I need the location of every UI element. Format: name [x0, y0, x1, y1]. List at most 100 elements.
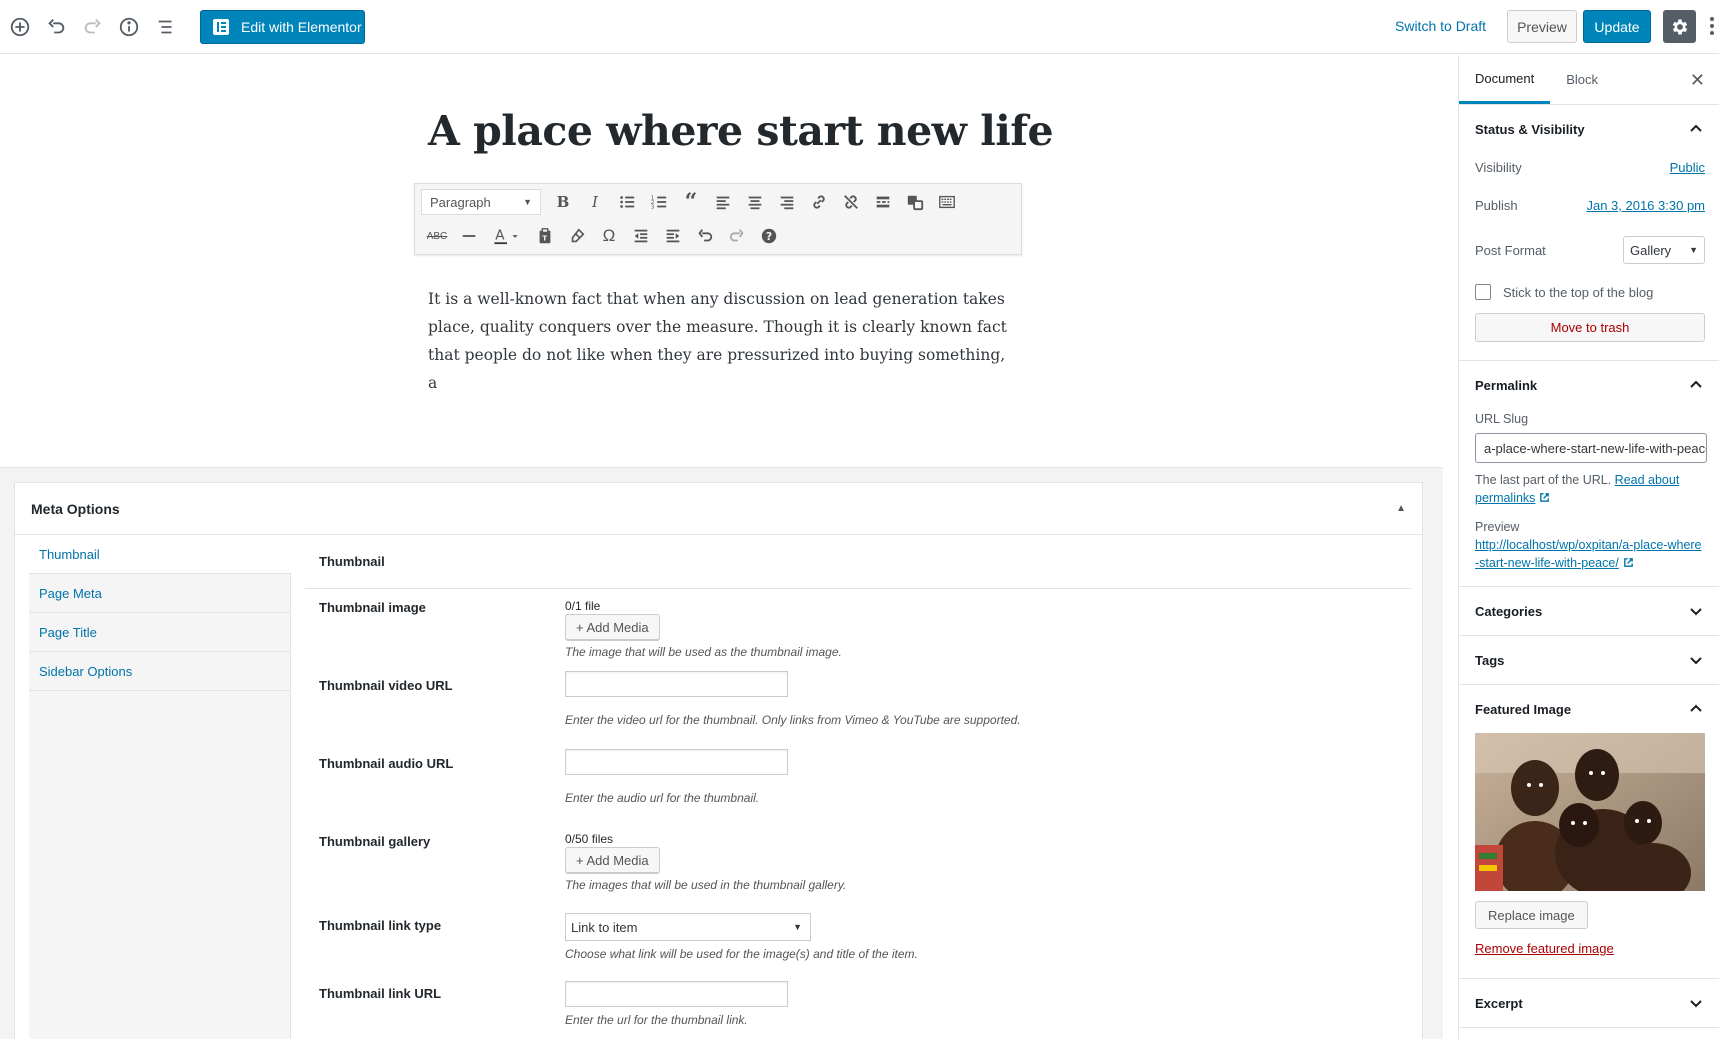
categories-toggle[interactable]: Categories	[1459, 587, 1719, 635]
add-gallery-media-button[interactable]: + Add Media	[565, 847, 660, 873]
select-arrow-icon: ▼	[1689, 245, 1698, 255]
italic-icon[interactable]: I	[579, 188, 611, 216]
featured-image-panel: Featured Image Replace image Remove feat…	[1459, 685, 1719, 979]
post-content[interactable]: It is a well-known fact that when any di…	[428, 285, 1008, 397]
undo-icon[interactable]	[43, 14, 69, 40]
numbered-list-icon[interactable]: 123	[643, 188, 675, 216]
blockquote-icon[interactable]: “	[675, 188, 707, 216]
meta-nav-page-meta[interactable]: Page Meta	[29, 574, 290, 613]
switch-to-draft-link[interactable]: Switch to Draft	[1395, 18, 1486, 34]
sticky-checkbox[interactable]	[1475, 284, 1491, 300]
visibility-link[interactable]: Public	[1670, 160, 1705, 175]
indent-icon[interactable]	[657, 222, 689, 250]
clear-formatting-icon[interactable]	[561, 222, 593, 250]
align-right-icon[interactable]	[771, 188, 803, 216]
excerpt-toggle[interactable]: Excerpt	[1459, 979, 1719, 1027]
thumbnail-audio-field: Enter the audio url for the thumbnail.	[565, 749, 788, 805]
bullet-list-icon[interactable]	[611, 188, 643, 216]
post-title[interactable]: A place where start new life	[428, 107, 1054, 155]
thumbnail-link-url-input[interactable]	[565, 981, 788, 1007]
thumbnail-gallery-count: 0/50 files	[565, 832, 614, 846]
insert-link-icon[interactable]	[803, 188, 835, 216]
meta-options-box: Meta Options ▲ Thumbnail Page Meta Page …	[14, 482, 1423, 1039]
tags-toggle[interactable]: Tags	[1459, 636, 1719, 684]
format-select[interactable]: Paragraph ▼	[421, 189, 541, 215]
chevron-up-icon	[1690, 704, 1702, 712]
meta-options-area: Meta Options ▲ Thumbnail Page Meta Page …	[0, 467, 1443, 1039]
add-media-button[interactable]: + Add Media	[565, 614, 660, 640]
horizontal-line-icon[interactable]	[453, 222, 485, 250]
move-to-trash-button[interactable]: Move to trash	[1475, 313, 1705, 342]
publish-row: Publish Jan 3, 2016 3:30 pm	[1475, 198, 1705, 213]
text-color-icon[interactable]: A	[485, 222, 529, 250]
status-visibility-panel: Status & Visibility Visibility Public Pu…	[1459, 105, 1719, 361]
help-icon[interactable]: ?	[753, 222, 785, 250]
toolbar-undo-icon[interactable]	[689, 222, 721, 250]
url-slug-label: URL Slug	[1475, 412, 1529, 426]
remove-featured-image-link[interactable]: Remove featured image	[1475, 941, 1614, 956]
bold-icon[interactable]: B	[547, 188, 579, 216]
block-navigation-icon[interactable]	[153, 14, 179, 40]
toolbar-redo-icon[interactable]	[721, 222, 753, 250]
status-visibility-toggle[interactable]: Status & Visibility	[1459, 105, 1719, 153]
categories-panel: Categories	[1459, 587, 1719, 636]
update-button[interactable]: Update	[1583, 10, 1651, 43]
toolbar-toggle-icon[interactable]	[931, 188, 963, 216]
collapse-arrow-icon[interactable]: ▲	[1396, 503, 1406, 514]
shortcode-icon[interactable]	[899, 188, 931, 216]
info-icon[interactable]	[116, 14, 142, 40]
thumbnail-video-input[interactable]	[565, 671, 788, 697]
elementor-icon	[213, 19, 229, 35]
thumbnail-audio-input[interactable]	[565, 749, 788, 775]
dropdown-arrow-icon: ▼	[523, 197, 532, 207]
tab-document[interactable]: Document	[1459, 55, 1551, 104]
strikethrough-icon[interactable]: ABC	[421, 222, 453, 250]
thumbnail-image-field: 0/1 file + Add Media The image that will…	[565, 599, 842, 659]
remove-link-icon[interactable]	[835, 188, 867, 216]
align-center-icon[interactable]	[739, 188, 771, 216]
publish-date-link[interactable]: Jan 3, 2016 3:30 pm	[1586, 198, 1705, 213]
meta-options-header[interactable]: Meta Options ▲	[15, 483, 1422, 535]
meta-nav-thumbnail[interactable]: Thumbnail	[29, 535, 291, 574]
add-block-icon[interactable]	[7, 14, 33, 40]
special-character-icon[interactable]: Ω	[593, 222, 625, 250]
preview-button[interactable]: Preview	[1507, 10, 1577, 43]
thumbnail-link-url-label: Thumbnail link URL	[319, 986, 442, 1001]
align-left-icon[interactable]	[707, 188, 739, 216]
replace-image-button[interactable]: Replace image	[1475, 901, 1588, 929]
thumbnail-video-desc: Enter the video url for the thumbnail. O…	[565, 713, 1021, 727]
featured-image-toggle[interactable]: Featured Image	[1459, 685, 1719, 733]
redo-icon[interactable]	[80, 14, 106, 40]
chevron-down-icon	[1690, 657, 1702, 665]
thumbnail-link-type-select[interactable]: Link to item ▼	[565, 913, 811, 941]
external-link-icon	[1623, 558, 1633, 567]
permalink-toggle[interactable]: Permalink	[1459, 361, 1719, 409]
read-more-icon[interactable]	[867, 188, 899, 216]
post-format-row: Post Format Gallery ▼	[1475, 236, 1705, 264]
classic-editor-toolbar: Paragraph ▼ B I 123 “ ABC A T Ω ?	[414, 183, 1022, 255]
tab-block[interactable]: Block	[1550, 55, 1614, 104]
featured-image-thumbnail[interactable]	[1475, 733, 1705, 891]
tags-panel: Tags	[1459, 636, 1719, 685]
url-slug-input[interactable]: a-place-where-start-new-life-with-peace	[1475, 433, 1707, 463]
settings-gear-icon[interactable]	[1663, 10, 1696, 43]
chevron-up-icon	[1690, 380, 1702, 388]
meta-nav-sidebar-options[interactable]: Sidebar Options	[29, 652, 290, 691]
post-format-select[interactable]: Gallery ▼	[1623, 236, 1705, 264]
thumbnail-link-type-field: Link to item ▼ Choose what link will be …	[565, 913, 918, 961]
more-options-icon[interactable]	[1709, 14, 1715, 38]
sidebar-tabs: Document Block ✕	[1459, 55, 1719, 105]
meta-nav-page-title[interactable]: Page Title	[29, 613, 290, 652]
thumbnail-link-type-label: Thumbnail link type	[319, 918, 442, 933]
outdent-icon[interactable]	[625, 222, 657, 250]
thumbnail-gallery-desc: The images that will be used in the thum…	[565, 878, 847, 892]
settings-sidebar: Document Block ✕ Status & Visibility Vis…	[1458, 55, 1719, 1039]
chevron-down-icon	[1690, 608, 1702, 616]
preview-url-link[interactable]: http://localhost/wp/oxpitan/a-place-wher…	[1475, 538, 1702, 570]
thumbnail-gallery-label: Thumbnail gallery	[319, 834, 431, 849]
paste-text-icon[interactable]: T	[529, 222, 561, 250]
close-icon[interactable]: ✕	[1690, 70, 1705, 91]
edit-with-elementor-button[interactable]: Edit with Elementor	[200, 10, 365, 44]
thumbnail-panel-title: Thumbnail	[305, 535, 1411, 589]
svg-text:3: 3	[651, 204, 654, 210]
